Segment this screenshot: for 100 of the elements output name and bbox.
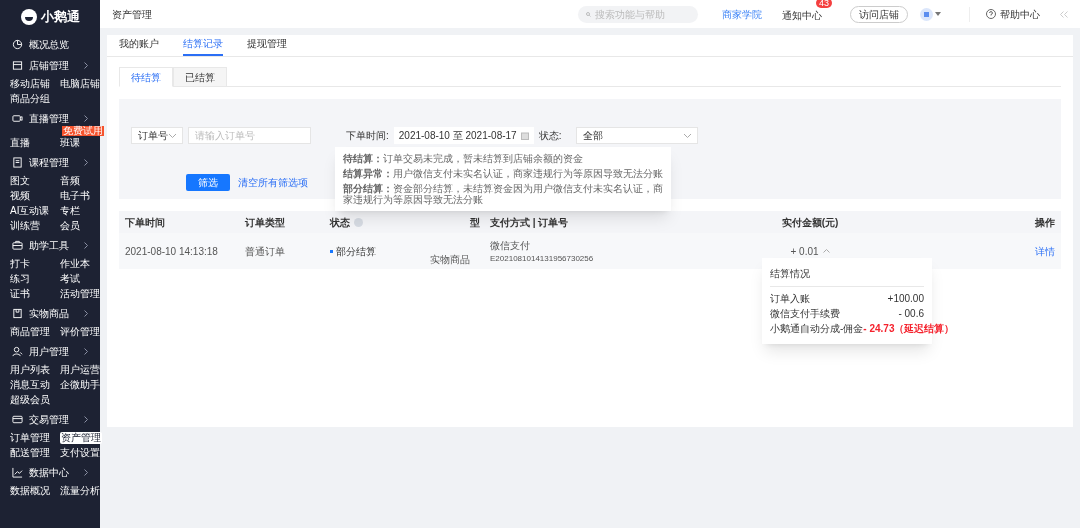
column-header: 下单时间 <box>125 215 165 230</box>
nav-group-label[interactable]: 概况总览 <box>29 37 69 52</box>
help-link[interactable]: 帮助中心 <box>1000 6 1040 22</box>
column-header: 实付金额(元) <box>781 215 839 230</box>
status-select[interactable]: 全部 <box>576 127 699 144</box>
nav-item[interactable]: 考试 <box>60 272 80 285</box>
tab[interactable]: 结算记录 <box>183 36 223 56</box>
nav-item[interactable]: 电脑店铺 <box>60 77 100 90</box>
details-link[interactable]: 详情 <box>1035 243 1055 259</box>
settlement-value: +100.00 <box>887 292 924 306</box>
help-icon <box>986 9 996 19</box>
nav-item[interactable]: 活动管理 <box>60 287 100 300</box>
date-range-field[interactable]: 2021-08-10 至 2021-08-17 <box>393 127 534 144</box>
chevron-right-icon[interactable] <box>84 159 88 166</box>
table-cell-text: 2021-08-10 14:13:18 <box>125 244 219 259</box>
nav-item[interactable]: 图文 <box>10 174 30 187</box>
settlement-label: 订单入账 <box>770 292 810 306</box>
settlement-label: 小鹅通自动分成-佣金 <box>770 322 864 336</box>
chevron-right-icon[interactable] <box>84 416 88 423</box>
pie-chart-icon <box>12 39 23 50</box>
nav-group-label[interactable]: 课程管理 <box>29 155 69 170</box>
card-icon <box>12 414 23 425</box>
column-header: 型 <box>470 215 480 230</box>
chevron-right-icon[interactable] <box>84 348 88 355</box>
nav-item[interactable]: 流量分析 <box>60 484 100 497</box>
user-icon <box>12 346 23 357</box>
table-cell-text: 普通订单 <box>245 244 286 259</box>
nav-item[interactable]: 直播 <box>10 136 30 149</box>
column-header: 状态 <box>330 215 350 230</box>
chevron-down-icon <box>684 133 692 138</box>
tab[interactable]: 我的账户 <box>119 36 159 56</box>
nav-item[interactable]: 移动店铺 <box>10 77 50 90</box>
nav-group-label[interactable]: 直播管理 <box>29 111 69 126</box>
nav-item[interactable]: 训练营 <box>10 219 40 232</box>
nav-item[interactable]: 配送管理 <box>10 446 50 459</box>
settlement-label: 微信支付手续费 <box>770 307 840 321</box>
nav-item[interactable]: 商品分组 <box>10 92 50 105</box>
calendar-icon <box>520 131 529 140</box>
nav-item[interactable]: 专栏 <box>60 204 80 217</box>
nav-item[interactable]: 音频 <box>60 174 80 187</box>
nav-item[interactable]: 作业本 <box>60 257 90 270</box>
nav-item[interactable]: 电子书 <box>60 189 90 202</box>
chevron-right-icon[interactable] <box>84 469 88 476</box>
nav-group-label[interactable]: 助学工具 <box>29 238 69 253</box>
chevron-right-icon[interactable] <box>84 62 88 69</box>
search-icon <box>586 9 591 19</box>
nav-item[interactable]: 用户列表 <box>10 363 50 376</box>
nav-item[interactable]: 视频 <box>10 189 30 202</box>
store-icon <box>12 60 23 71</box>
nav-item[interactable]: 班课 <box>60 136 80 149</box>
book-icon <box>12 157 23 168</box>
video-camera-icon <box>12 113 23 124</box>
notice-link[interactable]: 通知中心 <box>782 10 822 21</box>
column-header: 支付方式 | 订单号 <box>490 215 569 230</box>
nav-item[interactable]: 商品管理 <box>10 325 50 338</box>
nav-item[interactable]: 会员 <box>60 219 80 232</box>
filter-button[interactable]: 筛选 <box>186 174 230 191</box>
nav-group-label[interactable]: 用户管理 <box>29 344 69 359</box>
tooltip-text: 结算异常：用户微信支付未实名认证，商家违规行为等原因导致无法分账 <box>343 168 663 179</box>
chevron-right-icon[interactable] <box>84 310 88 317</box>
chevron-down-icon <box>169 133 176 138</box>
nav-group-label[interactable]: 交易管理 <box>29 412 69 427</box>
nav-item[interactable]: AI互动课 <box>10 204 50 217</box>
nav-item[interactable]: 练习 <box>10 272 30 285</box>
chevron-right-icon[interactable] <box>84 242 88 249</box>
nav-item[interactable]: 打卡 <box>10 257 30 270</box>
nav-item[interactable]: 超级会员 <box>10 393 50 406</box>
nav-item[interactable]: 数据概况 <box>10 484 50 497</box>
popover-title: 结算情况 <box>770 266 924 287</box>
briefcase-icon <box>12 240 23 251</box>
page-title: 资产管理 <box>112 7 153 22</box>
nav-group-label[interactable]: 数据中心 <box>29 465 69 480</box>
promo-badge: 免费试用 <box>62 126 104 136</box>
chevron-right-icon[interactable] <box>84 115 88 122</box>
nav-item[interactable]: 支付设置 <box>60 446 100 459</box>
nav-item[interactable]: 资产管理 <box>60 431 102 444</box>
nav-group-label[interactable]: 店铺管理 <box>29 58 69 73</box>
logo-text: 小鹅通 <box>40 8 80 27</box>
nav-item[interactable]: 评价管理 <box>60 325 100 338</box>
column-header: 订单类型 <box>245 215 285 230</box>
nav-item[interactable]: 消息互动 <box>10 378 50 391</box>
dropdown-icon[interactable] <box>935 12 941 16</box>
sub-tab[interactable]: 待结算 <box>119 67 173 87</box>
tooltip-text: 部分结算：资金部分结算，未结算资金因为用户微信支付未实名认证，商家违规行为等原因导致无法分账 <box>343 183 663 205</box>
line-chart-icon <box>12 467 23 478</box>
academy-link[interactable]: 商家学院 <box>722 6 762 22</box>
nav-group-label[interactable]: 实物商品 <box>29 306 69 321</box>
avatar-icon[interactable] <box>920 7 933 21</box>
table-cell-text: 微信支付 <box>490 238 531 253</box>
nav-item[interactable]: 订单管理 <box>10 431 50 444</box>
nav-item[interactable]: 用户运营 <box>60 363 100 376</box>
table-cell-text: + 0.01 <box>790 244 819 259</box>
clear-filters-link[interactable]: 清空所有筛选项 <box>238 175 308 190</box>
order-type-select[interactable]: 订单号 <box>131 127 183 144</box>
tab[interactable]: 提现管理 <box>247 36 287 56</box>
settlement-value: - 00.6 <box>898 307 924 321</box>
nav-item[interactable]: 证书 <box>10 287 30 300</box>
nav-item[interactable]: 企微助手 <box>60 378 100 391</box>
date-label: 下单时间: <box>346 129 389 143</box>
sub-tab[interactable]: 已结算 <box>173 67 227 87</box>
